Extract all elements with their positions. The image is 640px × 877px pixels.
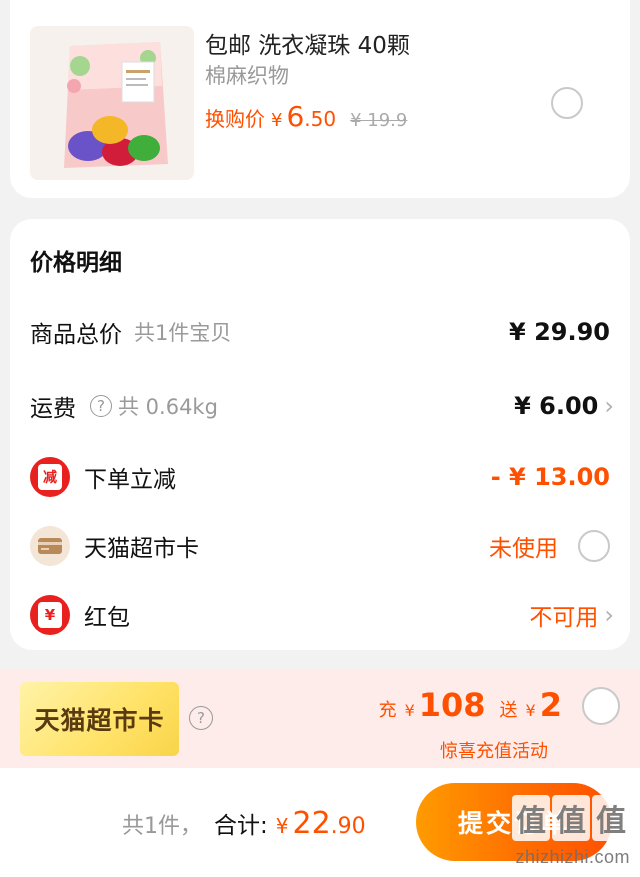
total-integer: 22 — [292, 806, 331, 841]
order-total: 共1件， 合计: ¥ 22 .90 — [122, 806, 366, 841]
price-details-card: 价格明细 商品总价 共1件宝贝 ¥ 29.90 运费 ? 共 0.64kg ¥ … — [10, 219, 630, 650]
discount-icon: 减 — [30, 457, 70, 497]
row-sub: 共 0.64kg — [118, 395, 218, 419]
row-sub: 共1件宝贝 — [134, 321, 232, 345]
recharge-offer: 充 ¥ 108 送 ¥ 2 — [379, 686, 562, 724]
row-red-packet[interactable]: ¥ 红包 不可用 › — [30, 595, 614, 635]
help-icon[interactable]: ? — [90, 395, 112, 417]
product-title[interactable]: 包邮 洗衣凝珠 40颗 — [205, 26, 410, 60]
product-card: 包邮 洗衣凝珠 40颗 棉麻织物 换购价 ¥ 6 .50 ¥ 19.9 — [10, 0, 630, 198]
original-price: ¥ 19.9 — [350, 110, 408, 131]
price-label: 换购价 — [205, 107, 265, 131]
goods-total-value: ¥ 29.90 — [509, 318, 610, 346]
submit-order-button[interactable]: 提交订单 — [416, 783, 612, 861]
row-label: 商品总价 — [30, 322, 122, 348]
row-label: 下单立减 — [84, 467, 176, 493]
card-icon — [30, 526, 70, 566]
recharge-select-radio[interactable] — [582, 687, 620, 725]
promo-text: 惊喜充值活动 — [440, 741, 548, 762]
shipping-value: ¥ 6.00 — [514, 392, 599, 420]
total-currency: ¥ — [275, 814, 289, 838]
help-icon[interactable]: ? — [189, 706, 213, 730]
price-currency: ¥ — [271, 110, 283, 131]
recharge-label: 充 — [378, 700, 397, 721]
tmall-card-badge[interactable]: 天猫超市卡 — [20, 682, 179, 756]
price-integer: 6 — [286, 100, 305, 133]
total-label: 合计: — [214, 813, 268, 839]
row-goods-total: 商品总价 共1件宝贝 ¥ 29.90 — [30, 312, 610, 352]
bonus-label: 送 — [499, 700, 518, 721]
tmall-card-radio[interactable] — [578, 530, 610, 562]
red-packet-status: 不可用 — [529, 605, 599, 631]
row-label: 运费 — [30, 396, 76, 422]
section-title: 价格明细 — [30, 250, 122, 276]
recharge-amount: 108 — [418, 686, 486, 724]
checkout-bar: 共1件， 合计: ¥ 22 .90 提交订单 — [0, 768, 640, 877]
chevron-right-icon: › — [604, 601, 614, 629]
red-packet-icon: ¥ — [30, 595, 70, 635]
row-order-discount: 减 下单立减 - ¥ 13.00 — [30, 457, 610, 497]
chevron-right-icon: › — [604, 392, 614, 420]
total-decimal: .90 — [330, 814, 366, 839]
tmall-card-status: 未使用 — [489, 536, 558, 562]
bonus-amount: 2 — [539, 686, 562, 724]
row-tmall-card[interactable]: 天猫超市卡 未使用 — [30, 526, 610, 566]
item-count: 共1件， — [122, 814, 202, 839]
product-price: 换购价 ¥ 6 .50 ¥ 19.9 — [205, 100, 407, 133]
bonus-currency: ¥ — [525, 701, 536, 720]
product-variant: 棉麻织物 — [205, 64, 289, 88]
row-shipping[interactable]: 运费 ? 共 0.64kg ¥ 6.00 › — [30, 386, 614, 426]
recharge-currency: ¥ — [404, 701, 415, 720]
row-label: 天猫超市卡 — [84, 536, 199, 562]
discount-value: - ¥ 13.00 — [490, 463, 610, 491]
product-select-radio[interactable] — [551, 87, 583, 119]
row-label: 红包 — [84, 605, 130, 631]
product-image[interactable] — [30, 26, 194, 180]
price-decimal: .50 — [304, 107, 337, 131]
